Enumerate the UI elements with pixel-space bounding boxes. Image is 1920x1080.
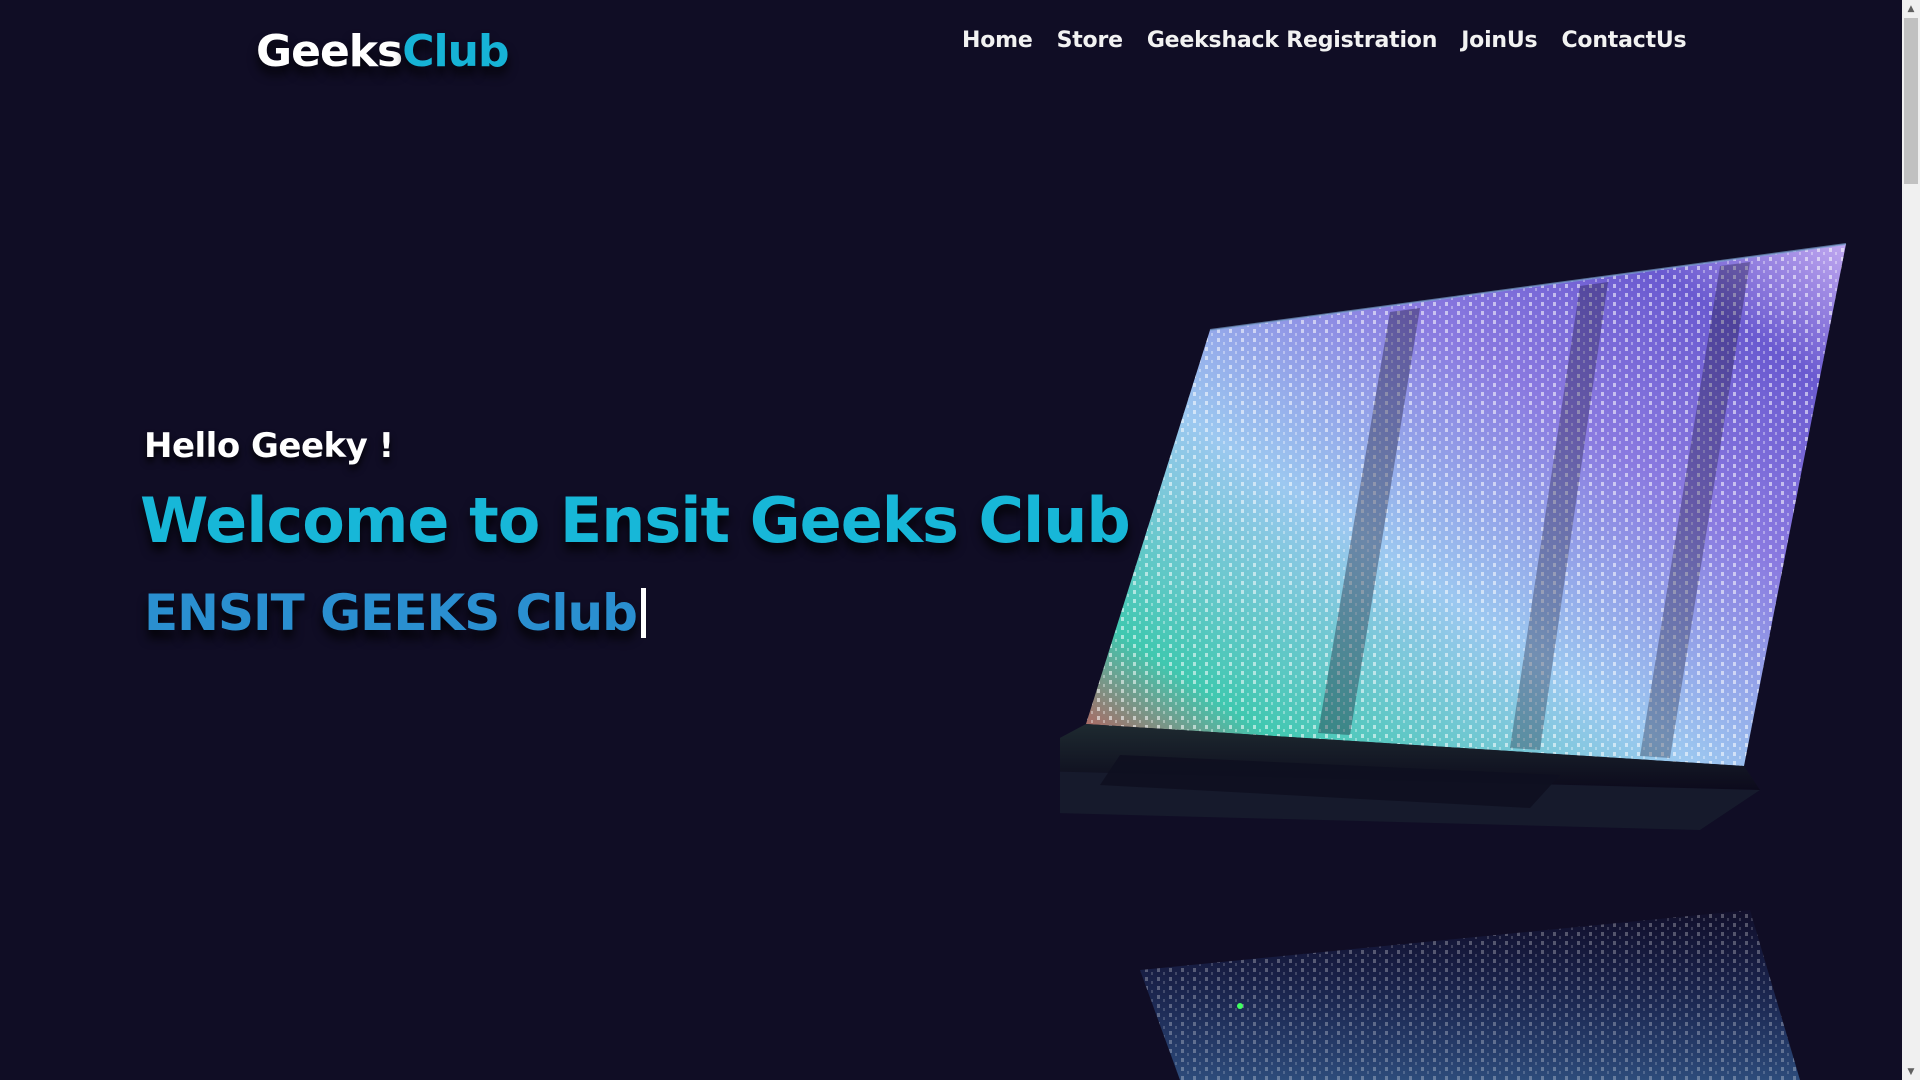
- scrollbar-thumb[interactable]: [1904, 18, 1918, 184]
- scroll-up-icon[interactable]: ▲: [1902, 0, 1920, 17]
- nav-geekshack-registration-link[interactable]: Geekshack Registration: [1147, 28, 1438, 53]
- brand-logo-part1: Geeks: [256, 26, 403, 77]
- page-scrollbar[interactable]: ▲ ▼: [1902, 0, 1920, 1080]
- scroll-down-icon[interactable]: ▼: [1902, 1063, 1920, 1080]
- nav-home-link[interactable]: Home: [962, 28, 1033, 53]
- brand-logo[interactable]: GeeksClub: [256, 26, 509, 77]
- main-nav: Home Store Geekshack Registration JoinUs…: [962, 28, 1687, 53]
- hero-title: Welcome to Ensit Geeks Club: [140, 484, 1131, 557]
- hero-typed-text: ENSIT GEEKS Club: [144, 584, 638, 642]
- page: GeeksClub Home Store Geekshack Registrat…: [0, 0, 1920, 1080]
- typing-cursor: [640, 588, 646, 638]
- nav-contactus-link[interactable]: ContactUs: [1561, 28, 1686, 53]
- hero-typed-text-line: ENSIT GEEKS Club: [144, 584, 646, 642]
- brand-logo-part2: Club: [402, 26, 509, 77]
- laptop-hero-image: [1060, 243, 1847, 1080]
- nav-store-link[interactable]: Store: [1057, 28, 1123, 53]
- hero-greeting: Hello Geeky !: [144, 426, 394, 466]
- nav-joinus-link[interactable]: JoinUs: [1461, 28, 1537, 53]
